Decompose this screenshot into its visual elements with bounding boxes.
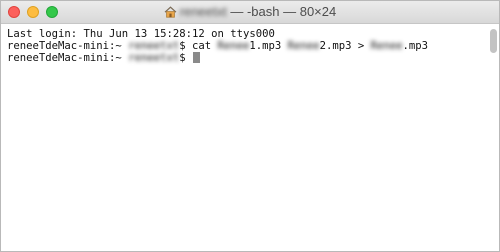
file2-name: Renee xyxy=(287,40,320,52)
prompt-symbol: $ xyxy=(179,40,192,52)
text-cursor xyxy=(192,52,200,63)
file2-ext: 2.mp3 xyxy=(319,40,358,52)
output-name: Renee xyxy=(370,40,403,52)
file1-name: Renee xyxy=(217,40,250,52)
prompt-symbol-2: $ xyxy=(179,52,192,64)
redirect-symbol: > xyxy=(357,40,371,52)
title-username: reneetxt xyxy=(179,4,227,19)
title-text: — -bash — 80×24 xyxy=(226,4,337,19)
command-line: reneeTdeMac-mini:~ reneetxt$ cat Renee1.… xyxy=(7,40,493,52)
home-icon xyxy=(164,3,177,25)
prompt-user-2: reneetxt xyxy=(128,52,180,64)
prompt-host-2: reneeTdeMac-mini:~ xyxy=(7,52,129,64)
command-cat: cat xyxy=(191,40,218,52)
current-prompt-line: reneeTdeMac-mini:~ reneetxt$ xyxy=(7,52,493,64)
prompt-host: reneeTdeMac-mini:~ xyxy=(7,40,129,52)
prompt-user: reneetxt xyxy=(128,40,180,52)
terminal-window: reneetxt — -bash — 80×24 Last login: Thu… xyxy=(0,0,500,252)
scrollbar-thumb[interactable] xyxy=(490,29,497,53)
window-title: reneetxt — -bash — 80×24 xyxy=(1,1,499,23)
title-bar[interactable]: reneetxt — -bash — 80×24 xyxy=(1,1,499,24)
terminal-output[interactable]: Last login: Thu Jun 13 15:28:12 on ttys0… xyxy=(1,24,499,64)
login-line: Last login: Thu Jun 13 15:28:12 on ttys0… xyxy=(7,28,275,40)
output-ext: .mp3 xyxy=(402,40,429,52)
file1-ext: 1.mp3 xyxy=(249,40,288,52)
